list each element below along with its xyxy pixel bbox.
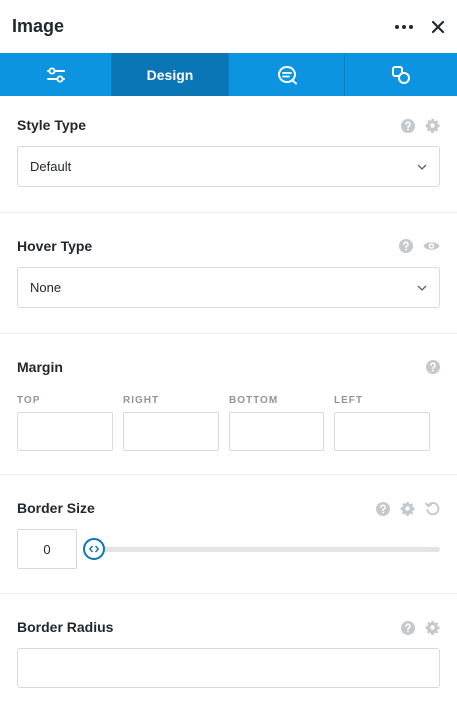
margin-top-input[interactable] (17, 412, 113, 451)
chevron-down-icon (417, 285, 427, 291)
close-button[interactable] (431, 20, 445, 34)
help-icon[interactable] (401, 118, 415, 133)
help-icon[interactable] (401, 620, 415, 635)
gear-icon[interactable] (400, 501, 415, 516)
close-icon (431, 20, 445, 33)
more-horizontal-icon (395, 24, 399, 29)
style-type-section: Style Type Default (0, 96, 457, 213)
header-actions (391, 20, 445, 34)
border-radius-label: Border Radius (17, 619, 114, 635)
margin-label: Margin (17, 359, 63, 375)
margin-left-label: LEFT (334, 395, 363, 406)
tab-extras[interactable] (229, 53, 345, 96)
drag-arrows-icon (89, 545, 99, 553)
border-size-slider-handle[interactable] (83, 538, 105, 560)
chevron-down-icon (417, 164, 427, 170)
margin-bottom-input[interactable] (229, 412, 324, 451)
help-icon[interactable] (426, 360, 440, 374)
style-type-value: Default (30, 159, 72, 174)
border-size-section: Border Size 0 (0, 475, 457, 594)
margin-right-field: RIGHT (123, 390, 219, 451)
eye-icon[interactable] (423, 240, 440, 252)
hover-type-value: None (30, 280, 62, 295)
tab-dynamic[interactable] (345, 53, 457, 96)
margin-top-label: TOP (17, 395, 41, 406)
margin-right-input[interactable] (123, 412, 219, 451)
hover-type-icons (399, 239, 440, 253)
panel-tabs: Design (0, 53, 457, 96)
tab-design[interactable]: Design (112, 53, 229, 96)
tab-general[interactable] (0, 53, 112, 96)
border-radius-section: Border Radius (0, 594, 457, 709)
border-size-icons (376, 501, 440, 516)
margin-left-field: LEFT (334, 390, 430, 451)
hover-type-section: Hover Type None (0, 213, 457, 334)
help-icon[interactable] (399, 239, 413, 253)
border-size-slider-track[interactable] (93, 547, 440, 552)
border-radius-icons (401, 620, 440, 635)
more-options-button[interactable] (391, 21, 417, 33)
border-size-input[interactable]: 0 (17, 529, 77, 569)
sliders-icon (46, 67, 65, 82)
style-type-label: Style Type (17, 117, 86, 133)
panel-title: Image (12, 16, 65, 36)
help-icon[interactable] (376, 501, 390, 516)
border-size-label: Border Size (17, 500, 95, 516)
margin-bottom-label: BOTTOM (229, 395, 279, 406)
reset-icon[interactable] (425, 501, 440, 516)
style-type-icons (401, 118, 440, 133)
hover-type-select[interactable]: None (17, 267, 440, 308)
margin-top-field: TOP (17, 390, 113, 451)
margin-right-label: RIGHT (123, 395, 160, 406)
margin-left-input[interactable] (334, 412, 430, 451)
border-radius-input[interactable] (17, 648, 440, 688)
tab-design-label: Design (146, 66, 194, 83)
panel-header: Image (0, 0, 457, 53)
margin-section: Margin TOP RIGHT BOTTOM LEFT (0, 334, 457, 475)
shapes-icon (392, 65, 410, 84)
search-chat-icon (277, 65, 297, 84)
margin-bottom-field: BOTTOM (229, 390, 325, 451)
hover-type-label: Hover Type (17, 238, 93, 254)
style-type-select[interactable]: Default (17, 146, 440, 187)
gear-icon[interactable] (425, 620, 440, 635)
margin-icons (426, 360, 440, 374)
gear-icon[interactable] (425, 118, 440, 133)
element-options-panel: Image Design Style Type Default Hover Ty… (0, 0, 457, 709)
